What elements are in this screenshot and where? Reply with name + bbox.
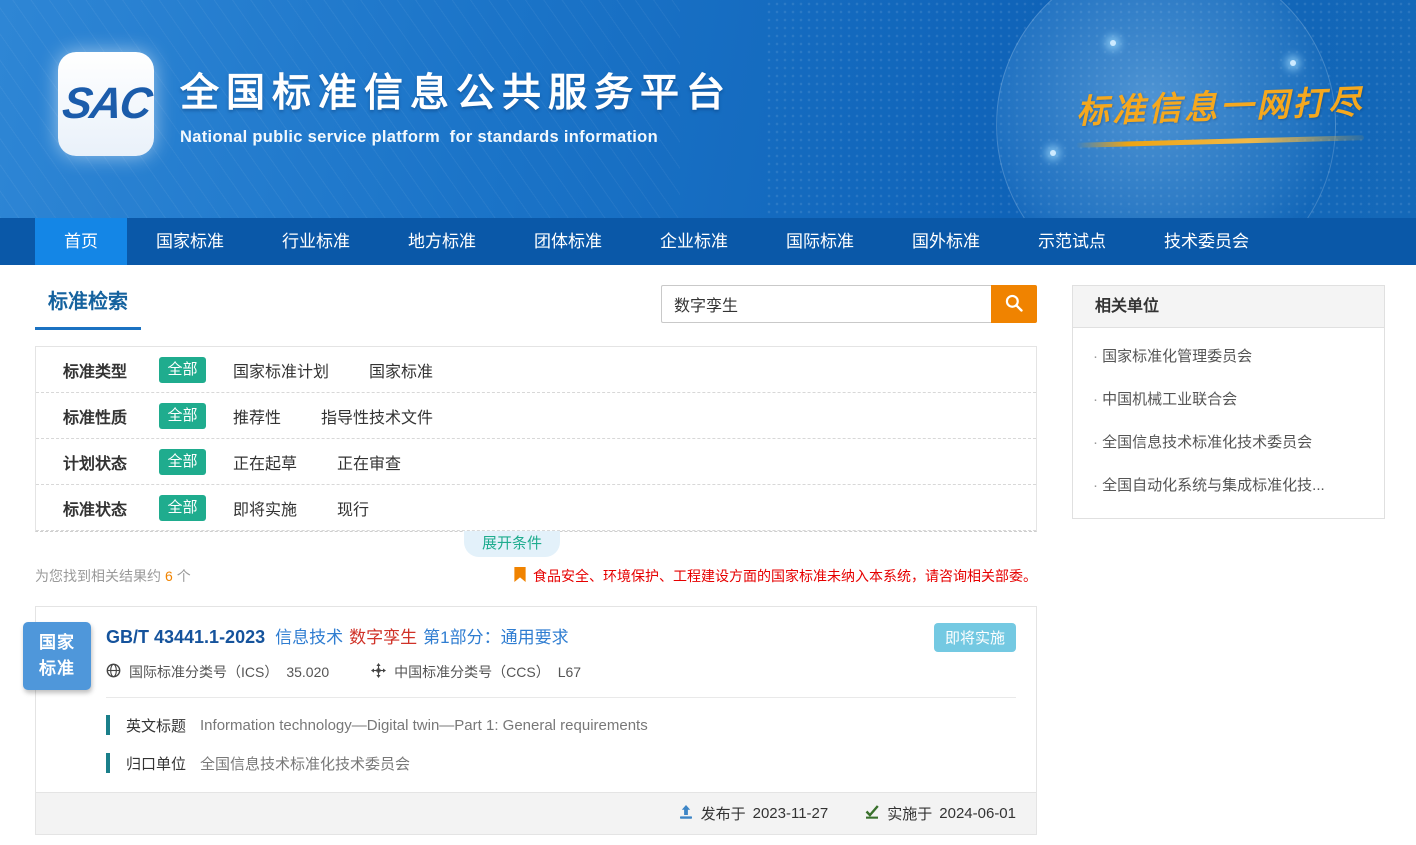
published-date: 2023-11-27 bbox=[753, 805, 829, 822]
related-units-title: 相关单位 bbox=[1073, 286, 1384, 328]
implemented-date: 2024-06-01 bbox=[939, 805, 1016, 822]
sac-logo[interactable]: SAC bbox=[58, 52, 154, 156]
standard-title-link[interactable]: GB/T 43441.1-2023信息技术数字孪生第1部分：通用要求 bbox=[106, 623, 1016, 648]
related-units-panel: 相关单位 国家标准化管理委员会 中国机械工业联合会 全国信息技术标准化技术委员会… bbox=[1072, 285, 1385, 519]
site-subtitle: National public service platform for sta… bbox=[180, 128, 732, 147]
filter-box: 标准类型 全部 国家标准计划 国家标准 标准性质 全部 推荐性 指导性技术文件 bbox=[35, 346, 1037, 532]
sidebar: 相关单位 国家标准化管理委员会 中国机械工业联合会 全国信息技术标准化技术委员会… bbox=[1072, 285, 1385, 835]
main-nav: 首页 国家标准 行业标准 地方标准 团体标准 企业标准 国际标准 国外标准 示范… bbox=[0, 218, 1416, 265]
globe-icon bbox=[106, 663, 121, 681]
filter-option[interactable]: 即将实施 bbox=[233, 496, 297, 520]
nav-tab-home[interactable]: 首页 bbox=[35, 218, 127, 265]
ccs-label: 中国标准分类号（CCS） bbox=[394, 662, 550, 682]
filter-option[interactable]: 推荐性 bbox=[233, 404, 281, 428]
search-group bbox=[661, 285, 1037, 323]
divider bbox=[106, 697, 1016, 698]
filter-row-standard-status: 标准状态 全部 即将实施 现行 bbox=[36, 485, 1036, 531]
filter-row-standard-type: 标准类型 全部 国家标准计划 国家标准 bbox=[36, 347, 1036, 393]
notice: 食品安全、环境保护、工程建设方面的国家标准未纳入本系统，请咨询相关部委。 bbox=[514, 566, 1037, 586]
status-badge: 即将实施 bbox=[934, 623, 1016, 652]
filter-option[interactable]: 正在起草 bbox=[233, 450, 297, 474]
compass-icon bbox=[371, 663, 386, 681]
publish-upload-icon bbox=[678, 804, 694, 824]
filter-option[interactable]: 正在审查 bbox=[337, 450, 401, 474]
filter-row-standard-nature: 标准性质 全部 推荐性 指导性技术文件 bbox=[36, 393, 1036, 439]
filter-label: 标准类型 bbox=[63, 358, 159, 382]
ccs-value: L67 bbox=[558, 664, 581, 680]
ccs-group: 中国标准分类号（CCS） L67 bbox=[371, 662, 581, 682]
results-count: 为您找到相关结果约6个 bbox=[35, 566, 191, 586]
filter-option[interactable]: 国家标准计划 bbox=[233, 358, 329, 382]
notice-text: 食品安全、环境保护、工程建设方面的国家标准未纳入本系统，请咨询相关部委。 bbox=[533, 566, 1037, 586]
field-accent-bar bbox=[106, 715, 110, 735]
ics-group: 国际标准分类号（ICS） 35.020 bbox=[106, 662, 329, 682]
field-accent-bar bbox=[106, 753, 110, 773]
results-count-number: 6 bbox=[165, 568, 173, 584]
nav-tab-national-standard[interactable]: 国家标准 bbox=[127, 218, 253, 265]
related-unit-link[interactable]: 中国机械工业联合会 bbox=[1073, 377, 1384, 420]
search-button[interactable] bbox=[991, 285, 1037, 323]
filter-all-button[interactable]: 全部 bbox=[159, 357, 206, 383]
nav-tab-pilot[interactable]: 示范试点 bbox=[1009, 218, 1135, 265]
tab-standard-search[interactable]: 标准检索 bbox=[35, 285, 141, 330]
slogan-text: 标准信息一网打尽 bbox=[1075, 75, 1364, 133]
filter-option[interactable]: 指导性技术文件 bbox=[321, 404, 433, 428]
brand: SAC 全国标准信息公共服务平台 National public service… bbox=[58, 52, 732, 156]
glow-dot bbox=[1050, 150, 1056, 156]
search-icon bbox=[1004, 293, 1024, 316]
main-column: 标准检索 标准类型 全部 国家标准计划 国家标准 bbox=[35, 285, 1037, 835]
standard-meta: 国际标准分类号（ICS） 35.020 中国标准分类号（CCS） L67 bbox=[106, 662, 1016, 682]
standard-type-badge: 国家标准 bbox=[23, 622, 91, 690]
glow-dot bbox=[1110, 40, 1116, 46]
published-date-group: 发布于 2023-11-27 bbox=[678, 803, 829, 824]
site-title: 全国标准信息公共服务平台 bbox=[180, 62, 732, 118]
filter-label: 标准状态 bbox=[63, 496, 159, 520]
filter-all-button[interactable]: 全部 bbox=[159, 403, 206, 429]
bookmark-icon bbox=[514, 567, 526, 585]
nav-tab-international-standard[interactable]: 国际标准 bbox=[757, 218, 883, 265]
related-unit-link[interactable]: 全国自动化系统与集成标准化技... bbox=[1073, 463, 1384, 506]
expand-conditions-button[interactable]: 展开条件 bbox=[464, 531, 560, 557]
ics-value: 35.020 bbox=[286, 664, 329, 680]
field-committee: 归口单位 全国信息技术标准化技术委员会 bbox=[106, 752, 1016, 774]
filter-all-button[interactable]: 全部 bbox=[159, 449, 206, 475]
search-input[interactable] bbox=[661, 285, 991, 323]
nav-tab-group-standard[interactable]: 团体标准 bbox=[505, 218, 631, 265]
nav-tab-foreign-standard[interactable]: 国外标准 bbox=[883, 218, 1009, 265]
filter-label: 计划状态 bbox=[63, 450, 159, 474]
filter-option[interactable]: 国家标准 bbox=[369, 358, 433, 382]
sac-logo-text: SAC bbox=[59, 79, 153, 129]
page: SAC 全国标准信息公共服务平台 National public service… bbox=[0, 0, 1416, 835]
field-english-title: 英文标题 Information technology—Digital twin… bbox=[106, 714, 1016, 736]
ics-label: 国际标准分类号（ICS） bbox=[129, 662, 278, 682]
implemented-date-group: 实施于 2024-06-01 bbox=[864, 803, 1016, 824]
filter-all-button[interactable]: 全部 bbox=[159, 495, 206, 521]
nav-tab-industry-standard[interactable]: 行业标准 bbox=[253, 218, 379, 265]
nav-tab-enterprise-standard[interactable]: 企业标准 bbox=[631, 218, 757, 265]
search-term-highlight: 数字孪生 bbox=[349, 628, 417, 647]
slogan: 标准信息一网打尽 bbox=[1076, 80, 1364, 144]
standard-code: GB/T 43441.1-2023 bbox=[106, 627, 265, 647]
nav-tab-technical-committee[interactable]: 技术委员会 bbox=[1135, 218, 1278, 265]
nav-tab-local-standard[interactable]: 地方标准 bbox=[379, 218, 505, 265]
glow-dot bbox=[1290, 60, 1296, 66]
filter-row-plan-status: 计划状态 全部 正在起草 正在审查 bbox=[36, 439, 1036, 485]
filter-label: 标准性质 bbox=[63, 404, 159, 428]
related-unit-link[interactable]: 全国信息技术标准化技术委员会 bbox=[1073, 420, 1384, 463]
result-card: 国家标准 即将实施 GB/T 43441.1-2023信息技术数字孪生第1部分：… bbox=[35, 606, 1037, 835]
site-header: SAC 全国标准信息公共服务平台 National public service… bbox=[0, 0, 1416, 218]
filter-option[interactable]: 现行 bbox=[337, 496, 369, 520]
related-unit-link[interactable]: 国家标准化管理委员会 bbox=[1073, 334, 1384, 377]
implement-check-icon bbox=[864, 804, 880, 824]
card-footer: 发布于 2023-11-27 实施于 2024-06-01 bbox=[36, 792, 1036, 834]
